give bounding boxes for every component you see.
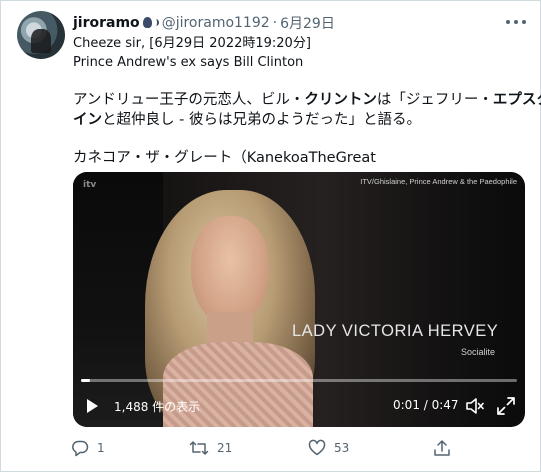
heart-icon [308, 439, 326, 456]
video-time: 0:01 / 0:47 [393, 398, 459, 412]
avatar[interactable] [17, 11, 65, 59]
video-controls: 1,488 件の表示 0:01 / 0:47 [73, 394, 525, 418]
separator-dot: · [272, 15, 278, 31]
tweet-line-2: Prince Andrew's ex says Bill Clinton [73, 54, 304, 70]
like-count: 53 [334, 441, 350, 455]
video-credit: ITV/Ghislaine, Prince Andrew & the Paedo… [360, 177, 517, 186]
retweet-button[interactable]: 21 [189, 437, 232, 459]
reply-button[interactable]: 1 [71, 437, 105, 459]
itv-logo: itv [83, 180, 97, 190]
volume-muted-icon[interactable] [466, 398, 484, 414]
user-handle[interactable]: @jiroramo1192 [162, 15, 270, 31]
caption-name: LADY VICTORIA HERVEY [292, 322, 499, 340]
retweet-icon [189, 441, 209, 455]
tweet-text: Cheeze sir, [6月29日 2022時19:20分] Prince A… [73, 35, 541, 168]
video-progress-fill [81, 379, 90, 382]
reply-count: 1 [97, 441, 105, 455]
like-button[interactable]: 53 [308, 437, 349, 459]
tweet-jp-line-2: インと超仲良し - 彼らは兄弟のようだった」と語る。 [73, 112, 421, 128]
tweet-line-1: Cheeze sir, [6月29日 2022時19:20分] [73, 36, 311, 51]
speaking-head-icon [142, 16, 159, 30]
video-player[interactable]: itv ITV/Ghislaine, Prince Andrew & the P… [73, 172, 525, 427]
reply-icon [72, 440, 89, 457]
tweet-jp-line-3: カネコア・ザ・グレート（KanekoaTheGreat [73, 150, 376, 166]
tweet-header: jiroramo @jiroramo1192 · 6月29日 [73, 13, 335, 33]
play-icon[interactable] [87, 399, 98, 413]
caption-role: Socialite [461, 347, 496, 357]
tweet-date[interactable]: 6月29日 [280, 13, 335, 33]
fullscreen-icon[interactable] [497, 397, 515, 415]
view-count: 1,488 件の表示 [114, 400, 201, 414]
display-name[interactable]: jiroramo [73, 15, 140, 31]
more-options-icon[interactable] [506, 15, 526, 29]
share-button[interactable] [433, 437, 451, 459]
tweet-jp-line-1: アンドリュー王子の元恋人、ビル・クリントンは「ジェフリー・エプスタ [73, 92, 541, 108]
tweet-card[interactable]: jiroramo @jiroramo1192 · 6月29日 Cheeze si… [0, 0, 541, 472]
video-progress-bar[interactable] [81, 379, 517, 382]
action-bar: 1 21 53 [71, 437, 491, 459]
retweet-count: 21 [217, 441, 233, 455]
share-icon [434, 440, 450, 456]
